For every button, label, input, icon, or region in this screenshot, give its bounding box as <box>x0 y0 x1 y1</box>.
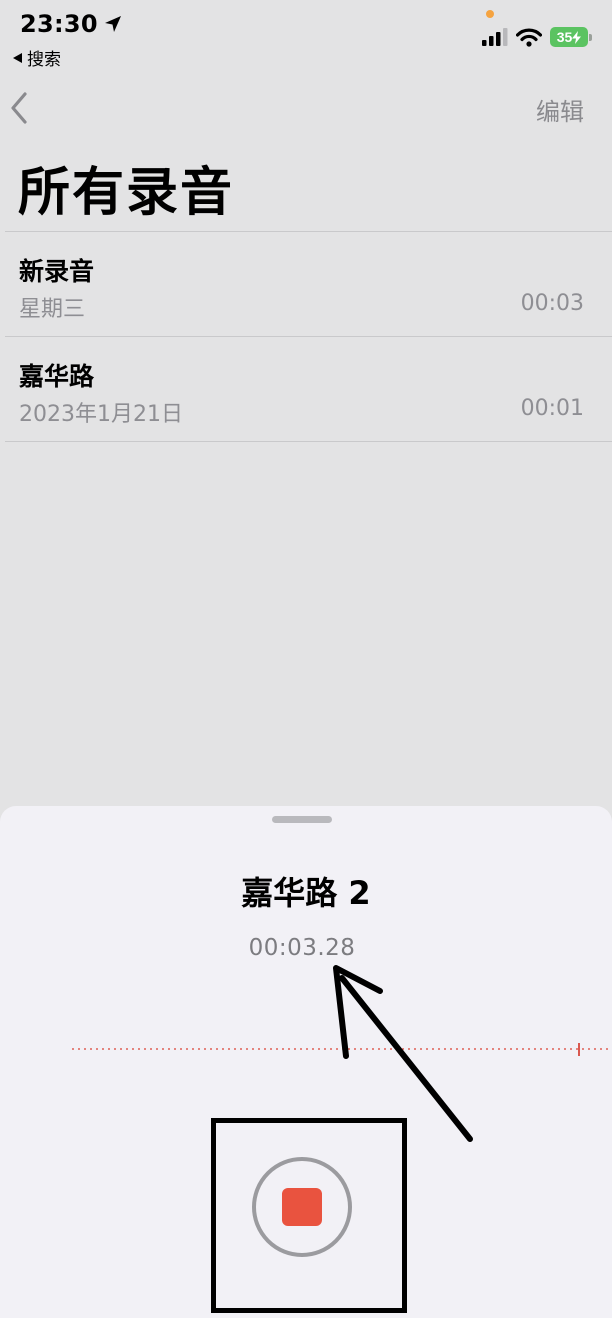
recording-duration: 00:03 <box>520 291 584 316</box>
recording-title: 嘉华路 2 <box>241 874 371 912</box>
recording-elapsed-time: 00:03.28 <box>248 935 356 961</box>
edit-button[interactable]: 编辑 <box>536 92 584 127</box>
wifi-icon <box>516 28 542 47</box>
charging-bolt-icon <box>572 30 582 44</box>
recording-row[interactable]: 新录音 星期三 00:03 <box>5 232 612 336</box>
recording-name: 嘉华路 <box>19 362 95 391</box>
back-to-app-label: 搜索 <box>27 50 61 70</box>
recording-date: 2023年1月21日 <box>19 402 183 427</box>
battery-charging-icon: 35 <box>550 27 592 47</box>
triangle-left-icon <box>13 52 22 63</box>
location-arrow-icon <box>104 16 121 32</box>
recording-name: 新录音 <box>19 257 95 286</box>
recording-date: 星期三 <box>19 297 86 322</box>
status-icons: 35 <box>482 27 592 47</box>
battery-level: 35 <box>556 29 573 45</box>
status-bar: 23:30 搜索 35 <box>0 0 612 70</box>
status-time: 23:30 <box>20 10 122 38</box>
chevron-left-icon <box>11 92 27 124</box>
page-title: 所有录音 <box>18 163 235 223</box>
nav-back-button[interactable] <box>4 86 34 130</box>
recording-duration: 00:01 <box>520 396 584 421</box>
stop-icon <box>282 1188 322 1226</box>
back-to-app-button[interactable]: 搜索 <box>12 45 61 70</box>
recordings-list: 新录音 星期三 00:03 嘉华路 2023年1月21日 00:01 <box>5 231 612 442</box>
recording-sheet: 嘉华路 2 00:03.28 <box>0 806 612 1318</box>
sheet-grabber[interactable] <box>272 816 332 823</box>
waveform-playhead <box>578 1043 580 1056</box>
signal-bars-icon <box>482 28 508 46</box>
list-divider <box>5 441 612 442</box>
recording-row[interactable]: 嘉华路 2023年1月21日 00:01 <box>5 337 612 441</box>
annotation-arrow <box>333 965 473 1142</box>
stop-recording-button[interactable] <box>252 1157 352 1257</box>
status-time-text: 23:30 <box>20 10 98 38</box>
privacy-indicator-dot <box>486 10 494 18</box>
